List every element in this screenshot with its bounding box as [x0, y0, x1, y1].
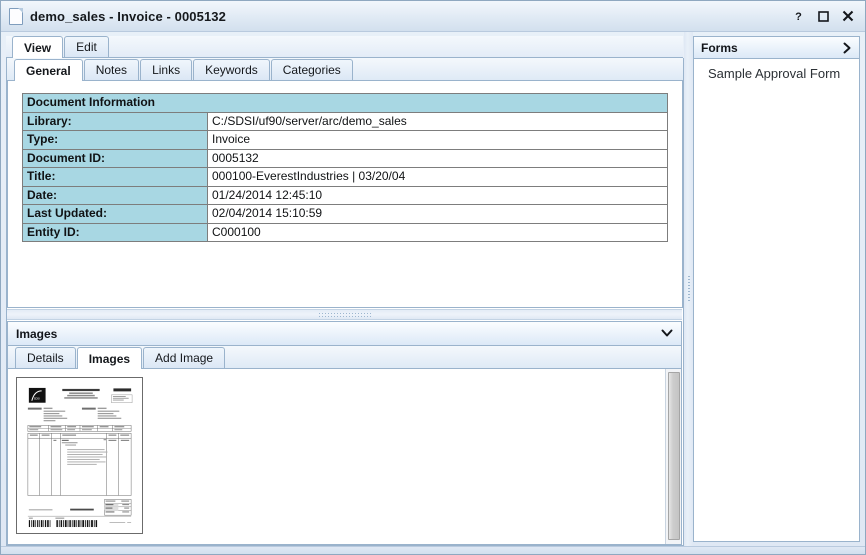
chevron-right-icon[interactable] — [843, 42, 852, 54]
row-value-title: 000100-EverestIndustries | 03/20/04 — [208, 168, 668, 187]
splitter-grip — [319, 313, 371, 317]
tab-view-label: View — [24, 41, 51, 55]
forms-list: Sample Approval Form — [694, 59, 859, 541]
window-bottom-edge — [1, 546, 865, 554]
tab-notes[interactable]: Notes — [84, 59, 139, 80]
forms-panel: Forms Sample Approval Form — [693, 32, 865, 546]
row-value-date: 01/24/2014 12:45:10 — [208, 186, 668, 205]
tab-links[interactable]: Links — [140, 59, 192, 80]
window-body: View Edit General Notes — [1, 32, 865, 546]
general-panel: Document Information Library: C:/SDSI/uf… — [7, 81, 683, 308]
close-button[interactable] — [841, 9, 855, 23]
scrollbar-thumb[interactable] — [668, 372, 680, 540]
tab-edit-label: Edit — [76, 40, 97, 54]
tab-categories[interactable]: Categories — [271, 59, 353, 80]
tab-view[interactable]: View — [12, 36, 63, 58]
svg-text:SDSI: SDSI — [34, 397, 40, 401]
tab-details[interactable]: Details — [15, 347, 76, 368]
images-tabstrip: Details Images Add Image — [8, 346, 681, 369]
row-value-document-id: 0005132 — [208, 149, 668, 168]
row-label-document-id: Document ID: — [23, 149, 208, 168]
row-label-date: Date: — [23, 186, 208, 205]
application-window: demo_sales - Invoice - 0005132 ? View E — [0, 0, 866, 555]
table-row: Last Updated: 02/04/2014 15:10:59 — [23, 205, 668, 224]
title-bar-buttons: ? — [791, 9, 859, 23]
row-label-type: Type: — [23, 131, 208, 150]
invoice-page-thumbnail[interactable]: SDSI — [16, 377, 143, 534]
row-value-type: Invoice — [208, 131, 668, 150]
table-row: Date: 01/24/2014 12:45:10 — [23, 186, 668, 205]
tab-categories-label: Categories — [283, 63, 341, 77]
images-section-title: Images — [16, 327, 57, 341]
table-row: Type: Invoice — [23, 131, 668, 150]
document-information-table: Document Information Library: C:/SDSI/uf… — [22, 93, 668, 242]
images-body: SDSI — [8, 369, 681, 544]
forms-panel-title: Forms — [701, 41, 738, 55]
tab-links-label: Links — [152, 63, 180, 77]
tab-edit[interactable]: Edit — [64, 36, 109, 57]
forms-panel-inner: Forms Sample Approval Form — [693, 36, 860, 542]
tab-general[interactable]: General — [14, 59, 83, 81]
svg-text:?: ? — [795, 11, 802, 22]
title-bar: demo_sales - Invoice - 0005132 ? — [1, 1, 865, 32]
row-label-last-updated: Last Updated: — [23, 205, 208, 224]
left-column: View Edit General Notes — [1, 32, 684, 546]
maximize-button[interactable] — [816, 9, 830, 23]
image-thumbnail-card[interactable]: SDSI — [16, 377, 143, 544]
horizontal-splitter[interactable] — [7, 309, 682, 320]
thumbnail-area: SDSI — [8, 369, 665, 544]
table-row: Library: C:/SDSI/uf90/server/arc/demo_sa… — [23, 112, 668, 131]
table-header-row: Document Information — [23, 94, 668, 113]
main-tabstrip: View Edit — [6, 36, 683, 58]
main-tab-panel: General Notes Links Keywords — [6, 58, 684, 546]
general-tabs-area: General Notes Links Keywords — [7, 58, 683, 308]
tab-keywords[interactable]: Keywords — [193, 59, 270, 80]
row-value-entity-id: C000100 — [208, 223, 668, 242]
document-icon — [9, 8, 23, 25]
row-value-last-updated: 02/04/2014 15:10:59 — [208, 205, 668, 224]
row-value-library: C:/SDSI/uf90/server/arc/demo_sales — [208, 112, 668, 131]
tab-images-label: Images — [89, 352, 130, 366]
tab-add-image[interactable]: Add Image — [143, 347, 225, 368]
forms-panel-header[interactable]: Forms — [694, 37, 859, 59]
images-vertical-scrollbar[interactable] — [665, 369, 681, 544]
help-button[interactable]: ? — [791, 9, 805, 23]
row-label-library: Library: — [23, 112, 208, 131]
tab-add-image-label: Add Image — [155, 351, 213, 365]
tab-images[interactable]: Images — [77, 347, 142, 369]
chevron-down-icon[interactable] — [661, 329, 673, 338]
row-label-title: Title: — [23, 168, 208, 187]
tab-general-label: General — [26, 64, 71, 78]
images-section: Images Details Images — [7, 321, 682, 545]
document-information-header: Document Information — [23, 94, 668, 113]
table-row: Title: 000100-EverestIndustries | 03/20/… — [23, 168, 668, 187]
list-item[interactable]: Sample Approval Form — [694, 64, 859, 83]
table-row: Document ID: 0005132 — [23, 149, 668, 168]
vertical-splitter[interactable] — [684, 32, 693, 546]
splitter-grip — [688, 276, 690, 302]
tab-keywords-label: Keywords — [205, 63, 258, 77]
detail-tabstrip: General Notes Links Keywords — [7, 58, 683, 81]
table-row: Entity ID: C000100 — [23, 223, 668, 242]
form-item-label: Sample Approval Form — [708, 66, 840, 81]
row-label-entity-id: Entity ID: — [23, 223, 208, 242]
tab-notes-label: Notes — [96, 63, 127, 77]
tab-details-label: Details — [27, 351, 64, 365]
images-section-header[interactable]: Images — [8, 322, 681, 346]
window-title: demo_sales - Invoice - 0005132 — [30, 9, 226, 24]
